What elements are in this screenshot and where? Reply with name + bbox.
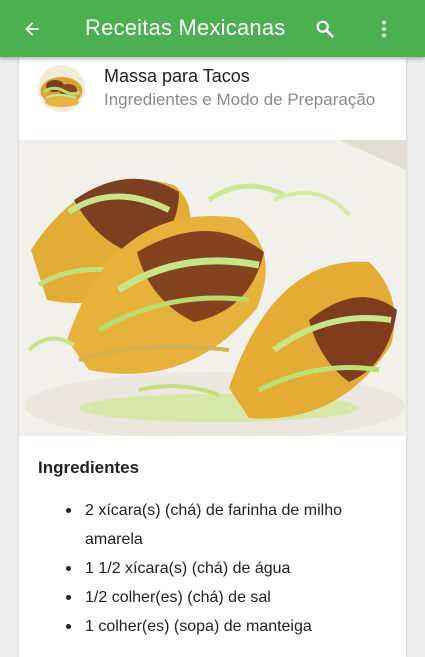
search-button[interactable] (311, 15, 339, 43)
ingredient-list: 2 xícara(s) (chá) de farinha de milho am… (19, 496, 406, 641)
ingredient-text: 2 xícara(s) (chá) de farinha de milho am… (85, 502, 342, 548)
ingredient-text: 1 colher(es) (sopa) de manteiga (85, 618, 312, 635)
bullet-icon (66, 566, 71, 571)
more-vert-icon (382, 20, 386, 38)
arrow-back-icon (25, 22, 39, 36)
recipe-card: Massa para Tacos Ingredientes e Modo de … (19, 57, 406, 657)
search-icon (316, 20, 334, 38)
ingredient-text: 1 1/2 xícara(s) (chá) de água (85, 560, 291, 577)
ingredient-item: 2 xícara(s) (chá) de farinha de milho am… (19, 496, 406, 554)
recipe-thumbnail (38, 65, 85, 112)
app-bar: Receitas Mexicanas (0, 0, 425, 57)
back-button[interactable] (18, 15, 46, 43)
ingredient-item: 1 1/2 xícara(s) (chá) de água (19, 554, 406, 583)
bullet-icon (66, 624, 71, 629)
bullet-icon (66, 508, 71, 513)
recipe-title: Massa para Tacos (104, 66, 250, 86)
ingredient-item: 1 colher(es) (sopa) de manteiga (19, 612, 406, 641)
bullet-icon (66, 595, 71, 600)
ingredients-heading: Ingredientes (38, 458, 140, 477)
recipe-subtitle: Ingredientes e Modo de Preparação (104, 90, 376, 109)
ingredient-item: 1/2 colher(es) (chá) de sal (19, 583, 406, 612)
ingredient-text: 1/2 colher(es) (chá) de sal (85, 589, 271, 606)
recipe-photo (19, 140, 406, 436)
app-title: Receitas Mexicanas (85, 15, 286, 40)
overflow-menu-button[interactable] (370, 15, 398, 43)
